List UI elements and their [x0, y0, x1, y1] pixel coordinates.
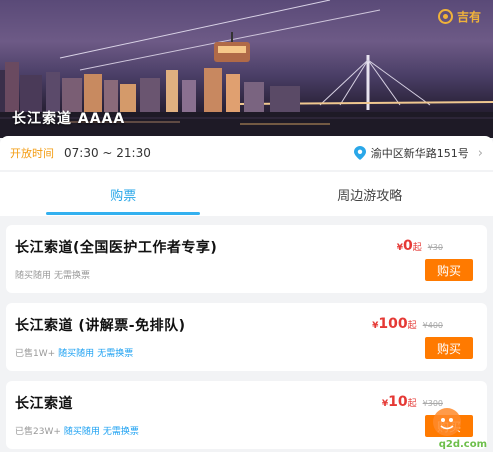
price-unit: 起 — [412, 243, 422, 253]
tab-label: 购票 — [110, 188, 137, 204]
price-unit: 起 — [407, 399, 417, 409]
watermark-text: q2d.com — [438, 439, 487, 450]
ticket-tag: 无需换票 — [97, 349, 134, 359]
price-value: 0 — [402, 238, 413, 254]
ticket-tag: 无需换票 — [54, 271, 91, 281]
ticket-meta: 已售23W+ 随买随用 无需换票 — [15, 424, 139, 437]
ticket-tag: 随买随用 — [63, 427, 100, 437]
cable-car-icon — [214, 32, 250, 62]
info-bar: 开放时间 07:30 ~ 21:30 渝中区新华路151号 › — [0, 136, 493, 170]
sold-count: 已售23W+ — [15, 427, 61, 437]
ticket-meta: 随买随用 无需换票 — [15, 268, 90, 281]
tab-nearby-guide[interactable]: 周边游攻略 — [247, 172, 493, 216]
original-price: ¥400 — [422, 321, 443, 330]
tab-buy-tickets[interactable]: 购票 — [0, 172, 247, 216]
ticket-meta: 已售1W+ 随买随用 无需换票 — [15, 346, 133, 359]
opening-hours-label: 开放时间 — [10, 147, 54, 160]
buy-button[interactable]: 购买 — [425, 337, 473, 359]
tab-label: 周边游攻略 — [337, 188, 403, 204]
address-link[interactable]: 渝中区新华路151号 › — [353, 145, 483, 161]
location-pin-icon — [353, 146, 366, 160]
ticket-price: ¥100起 ¥400 — [372, 313, 443, 332]
sold-count: 已售1W+ — [15, 349, 56, 359]
ticket-title: 长江索道(全国医护工作者专享) — [15, 240, 218, 256]
price-value: 100 — [378, 316, 408, 332]
buy-button[interactable]: 购买 — [425, 259, 473, 281]
tab-bar: 购票 周边游攻略 — [0, 172, 493, 216]
chevron-right-icon: › — [477, 145, 483, 161]
opening-hours-value: 07:30 ~ 21:30 — [64, 146, 151, 160]
ticket-card[interactable]: 长江索道(全国医护工作者专享) 随买随用 无需换票 ¥0起 ¥30 购买 — [6, 225, 487, 293]
scenic-title: 长江索道 AAAA — [12, 111, 126, 127]
hero-banner: 吉有 长江索道 AAAA — [0, 0, 493, 138]
ticket-price: ¥0起 ¥30 — [397, 235, 443, 254]
brand-logo: 吉有 — [437, 8, 481, 25]
ticket-card[interactable]: 长江索道 (讲解票-免排队) 已售1W+ 随买随用 无需换票 ¥100起 ¥40… — [6, 303, 487, 371]
ticket-tag: 随买随用 — [15, 271, 52, 281]
brand-icon — [437, 9, 453, 24]
ticket-card[interactable]: 长江索道 已售23W+ 随买随用 无需换票 ¥10起 ¥300 购买 — [6, 381, 487, 449]
ticket-tag: 随买随用 — [58, 349, 95, 359]
ticket-title: 长江索道 (讲解票-免排队) — [15, 318, 186, 334]
price-value: 10 — [388, 394, 408, 410]
original-price: ¥30 — [427, 243, 443, 252]
brand-name: 吉有 — [456, 10, 481, 24]
ticket-title: 长江索道 — [15, 396, 73, 412]
ticket-tag: 无需换票 — [102, 427, 139, 437]
price-unit: 起 — [407, 321, 417, 331]
address-text: 渝中区新华路151号 — [370, 147, 469, 160]
